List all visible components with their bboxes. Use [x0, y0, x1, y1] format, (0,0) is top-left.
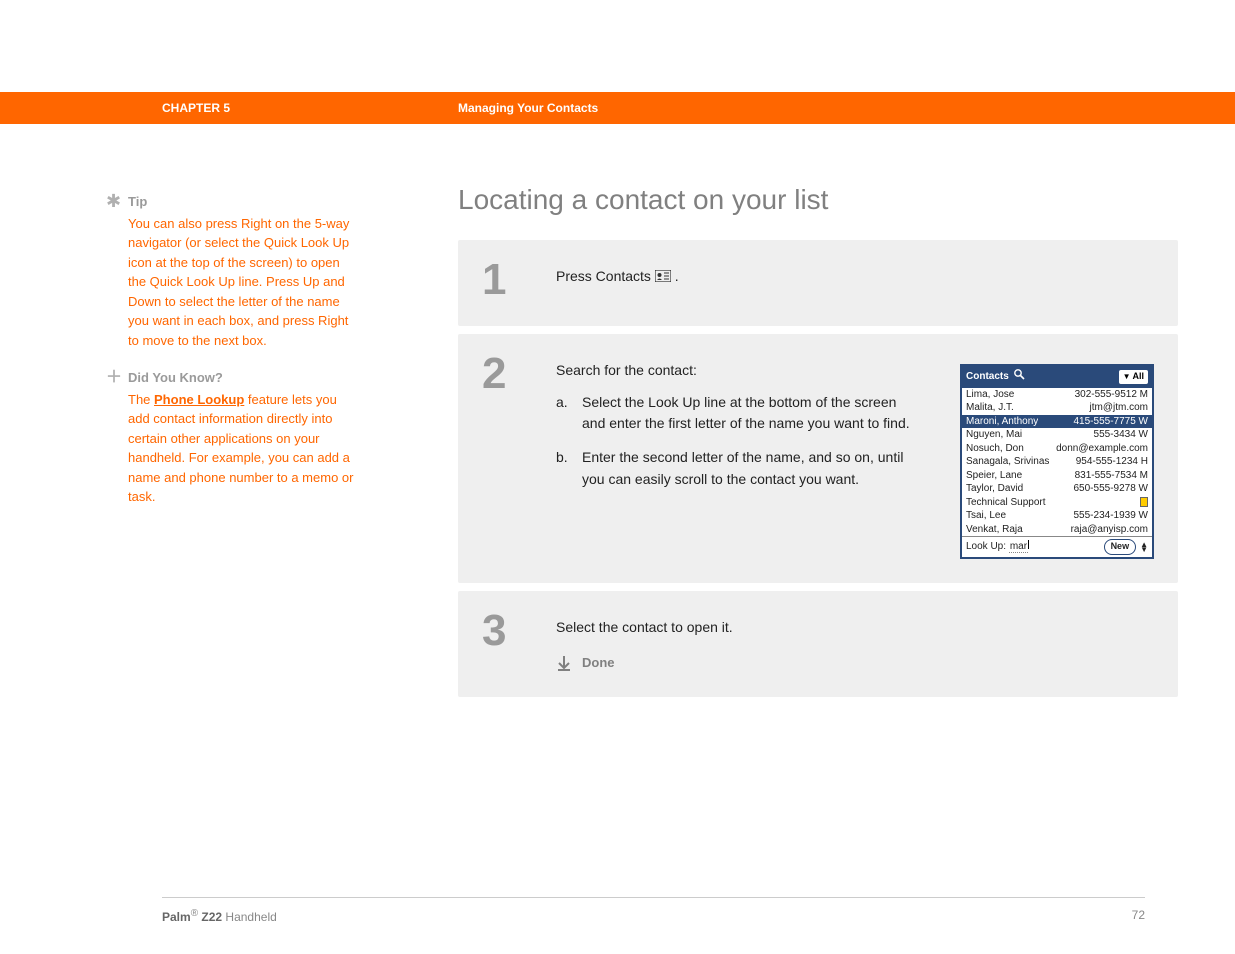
main-content: Locating a contact on your list 1 Press …: [458, 184, 1178, 705]
phone-lookup-link[interactable]: Phone Lookup: [154, 392, 244, 407]
header-bar: CHAPTER 5 Managing Your Contacts: [0, 92, 1235, 124]
contact-name: Taylor, David: [966, 482, 1023, 496]
letter-b: b.: [556, 447, 572, 490]
contact-row[interactable]: Malita, J.T. jtm@jtm.com: [962, 401, 1152, 415]
palm-list[interactable]: Lima, Jose 302-555-9512 M Malita, J.T. jtm@…: [962, 388, 1152, 537]
step-number: 3: [482, 609, 528, 673]
page-title: Locating a contact on your list: [458, 184, 1178, 216]
step2-lead: Search for the contact:: [556, 360, 930, 382]
step2-sublist: a. Select the Look Up line at the bottom…: [556, 392, 930, 491]
contact-row[interactable]: Venkat, Raja raja@anyisp.com: [962, 523, 1152, 537]
contact-row[interactable]: Tsai, Lee 555-234-1939 W: [962, 509, 1152, 523]
tip-body: You can also press Right on the 5-way na…: [128, 214, 360, 351]
step1-text-pre: Press Contacts: [556, 268, 655, 284]
contact-value: 954-555-1234 H: [1076, 455, 1148, 469]
contact-value: 555-3434 W: [1094, 428, 1148, 442]
contact-value: jtm@jtm.com: [1090, 401, 1148, 415]
contact-name: Venkat, Raja: [966, 523, 1023, 537]
done-row: Done: [556, 653, 1154, 673]
product-model: Z22: [198, 910, 222, 924]
contact-row[interactable]: Lima, Jose 302-555-9512 M: [962, 388, 1152, 402]
palm-titlebar: Contacts ▼ All: [962, 366, 1152, 388]
chevron-down-icon: ▼: [1123, 371, 1131, 383]
lookup-input[interactable]: mar: [1009, 541, 1028, 553]
contact-value: donn@example.com: [1056, 442, 1148, 456]
contact-row[interactable]: Speier, Lane 831-555-7534 M: [962, 469, 1152, 483]
contact-value: [1140, 496, 1148, 510]
quick-lookup-icon[interactable]: [1013, 368, 1027, 386]
asterisk-icon: ✱: [106, 192, 120, 210]
note-flag-icon: [1140, 497, 1148, 507]
done-arrow-icon: [556, 655, 572, 671]
palm-title: Contacts: [966, 369, 1009, 385]
step2-b-text: Enter the second letter of the name, and…: [582, 447, 920, 490]
dyk-block: ＋ Did You Know? The Phone Lookup feature…: [128, 368, 360, 507]
tip-block: ✱ Tip You can also press Right on the 5-…: [128, 192, 360, 350]
contact-value: 302-555-9512 M: [1075, 388, 1148, 402]
dyk-pre: The: [128, 392, 154, 407]
step-1: 1 Press Contacts .: [458, 240, 1178, 326]
chevron-down-icon: ▼: [1140, 547, 1148, 552]
contact-value: 555-234-1939 W: [1074, 509, 1149, 523]
step-content: Press Contacts .: [556, 258, 1154, 302]
contact-value: 415-555-7775 W: [1074, 415, 1149, 429]
contact-row[interactable]: Taylor, David 650-555-9278 W: [962, 482, 1152, 496]
step2-b: b. Enter the second letter of the name, …: [556, 447, 930, 490]
dyk-title: Did You Know?: [128, 368, 360, 388]
palm-bottom-bar: Look Up: mar New ▲ ▼: [962, 536, 1152, 557]
step2-a: a. Select the Look Up line at the bottom…: [556, 392, 930, 435]
contact-name: Nosuch, Don: [966, 442, 1024, 456]
dropdown-value: All: [1132, 370, 1144, 384]
scroll-arrows[interactable]: ▲ ▼: [1140, 542, 1148, 552]
contact-name: Speier, Lane: [966, 469, 1022, 483]
step-number: 1: [482, 258, 528, 302]
contact-value: 831-555-7534 M: [1075, 469, 1148, 483]
contact-name: Maroni, Anthony: [966, 415, 1038, 429]
product-type: Handheld: [222, 910, 277, 924]
step2-a-text: Select the Look Up line at the bottom of…: [582, 392, 920, 435]
step3-text: Select the contact to open it.: [556, 617, 1154, 639]
contact-name: Lima, Jose: [966, 388, 1014, 402]
page-topic: Managing Your Contacts: [458, 101, 598, 115]
contact-name: Tsai, Lee: [966, 509, 1006, 523]
new-button[interactable]: New: [1104, 539, 1137, 555]
contact-row[interactable]: Nosuch, Don donn@example.com: [962, 442, 1152, 456]
letter-a: a.: [556, 392, 572, 435]
contact-value: 650-555-9278 W: [1074, 482, 1149, 496]
contacts-icon: [655, 267, 671, 279]
category-dropdown[interactable]: ▼ All: [1119, 370, 1148, 384]
tip-title: Tip: [128, 192, 360, 212]
contact-name: Malita, J.T.: [966, 401, 1014, 415]
step-3: 3 Select the contact to open it. Done: [458, 591, 1178, 697]
product-brand: Palm: [162, 910, 191, 924]
step-number: 2: [482, 352, 528, 559]
page-number: 72: [1132, 908, 1145, 924]
step1-text-post: .: [675, 268, 679, 284]
dyk-body: The Phone Lookup feature lets you add co…: [128, 390, 360, 507]
sidebar: ✱ Tip You can also press Right on the 5-…: [128, 192, 360, 507]
contact-name: Technical Support: [966, 496, 1046, 510]
palm-screenshot: Contacts ▼ All Lima, Jose302-555-9512 MM…: [950, 360, 1154, 559]
plus-icon: ＋: [106, 368, 120, 389]
contact-row[interactable]: Sanagala, Srivinas 954-555-1234 H: [962, 455, 1152, 469]
chapter-label: CHAPTER 5: [162, 101, 230, 115]
footer: Palm® Z22 Handheld 72: [162, 897, 1145, 924]
dyk-post: feature lets you add contact information…: [128, 392, 353, 505]
contact-row[interactable]: Technical Support: [962, 496, 1152, 510]
done-label: Done: [582, 653, 615, 673]
product-name: Palm® Z22 Handheld: [162, 908, 277, 924]
contact-name: Nguyen, Mai: [966, 428, 1022, 442]
contact-row[interactable]: Nguyen, Mai 555-3434 W: [962, 428, 1152, 442]
contact-row[interactable]: Maroni, Anthony 415-555-7775 W: [962, 415, 1152, 429]
step-2: 2 Search for the contact: a. Select the …: [458, 334, 1178, 583]
registered-icon: ®: [191, 908, 198, 919]
contact-value: raja@anyisp.com: [1071, 523, 1148, 537]
lookup-label: Look Up:: [966, 541, 1006, 552]
contact-name: Sanagala, Srivinas: [966, 455, 1049, 469]
